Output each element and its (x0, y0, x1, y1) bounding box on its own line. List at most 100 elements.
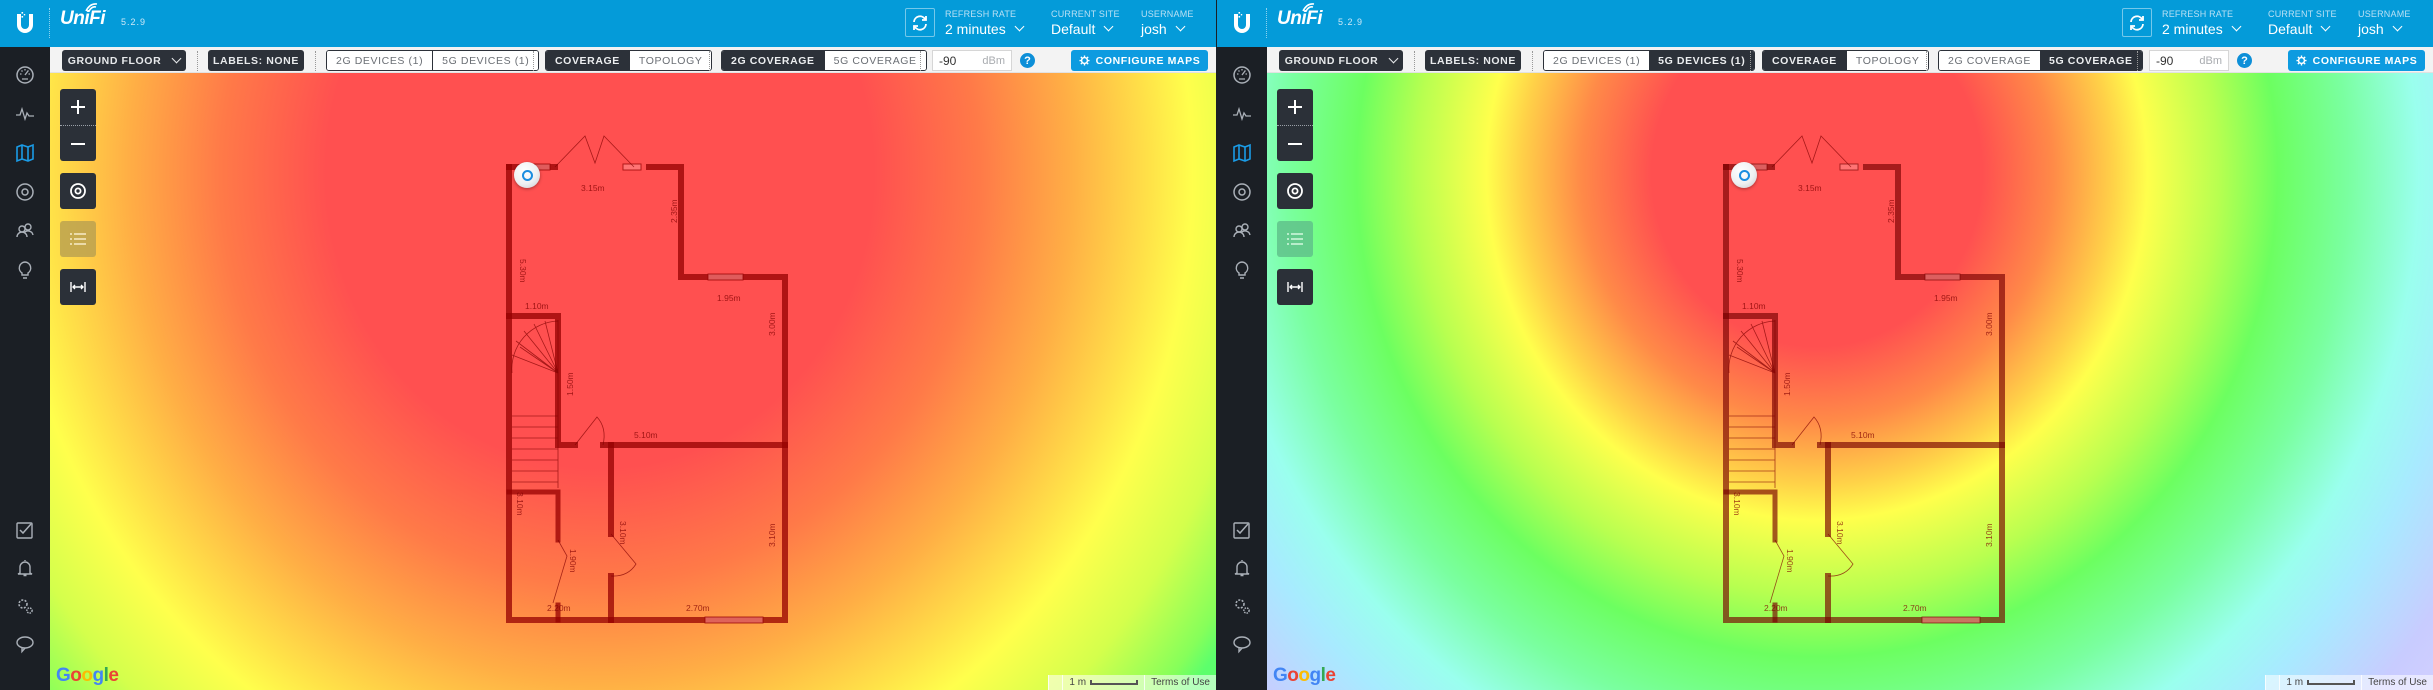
target-icon (70, 183, 86, 199)
sidebar-item-alerts[interactable] (1230, 556, 1254, 580)
labels-button[interactable]: LABELS: NONE (1425, 50, 1521, 71)
sidebar-item-settings[interactable] (13, 594, 37, 618)
toolbar-divider (197, 51, 198, 71)
dbm-threshold-input[interactable] (2156, 53, 2196, 68)
sidebar-item-events[interactable] (1230, 518, 1254, 542)
sidebar-item-dashboard[interactable] (13, 63, 37, 87)
coverage-5g-toggle[interactable]: 5G COVERAGE (2040, 51, 2142, 70)
sidebar-item-events[interactable] (13, 518, 37, 542)
sidebar-item-settings[interactable] (1230, 594, 1254, 618)
devices-5g-toggle[interactable]: 5G DEVICES (1) (432, 51, 539, 70)
access-point-marker[interactable] (1731, 162, 1757, 188)
dbm-unit-label: dBm (2199, 54, 2222, 67)
refresh-button[interactable] (905, 8, 935, 37)
configure-maps-button[interactable]: CONFIGURE MAPS (1071, 50, 1208, 71)
sidebar-item-support[interactable] (1230, 632, 1254, 656)
sidebar-item-devices[interactable] (1230, 180, 1254, 204)
center-on-device-button[interactable] (1277, 173, 1313, 209)
floor-select-label: GROUND FLOOR (1284, 54, 1379, 67)
refresh-button[interactable] (2122, 8, 2152, 37)
toolbar-divider (533, 51, 534, 71)
username-select[interactable]: USERNAME josh (1141, 9, 1194, 39)
top-header: UniFi 5.2.9 REFRESH RATE 2 minutes CURRE… (1217, 0, 2433, 47)
checkbox-icon (1233, 522, 1250, 539)
sidebar-item-map[interactable] (13, 141, 37, 165)
sidebar-item-support[interactable] (13, 632, 37, 656)
username-value: josh (1141, 21, 1167, 37)
legend-list-button[interactable] (60, 221, 96, 257)
username-select[interactable]: USERNAME josh (2358, 9, 2411, 39)
view-toggle: COVERAGE TOPOLOGY (1762, 50, 1930, 71)
sidebar-item-clients[interactable] (13, 219, 37, 243)
sidebar-item-devices[interactable] (13, 180, 37, 204)
chevron-down-icon (2392, 21, 2403, 32)
terms-of-use-link[interactable]: Terms of Use (2361, 675, 2433, 690)
devices-2g-toggle[interactable]: 2G DEVICES (1) (327, 51, 433, 70)
toolbar-divider (1414, 51, 1415, 71)
floor-select[interactable]: GROUND FLOOR (1279, 50, 1403, 71)
devices-2g-toggle[interactable]: 2G DEVICES (1) (1544, 51, 1650, 70)
dimension-label: 3.10m (1835, 521, 1845, 545)
scale-indicator[interactable]: 1 m (1062, 675, 1144, 690)
ubiquiti-logo-icon (17, 12, 33, 33)
sidebar-item-statistics[interactable] (13, 102, 37, 126)
door-swing (554, 135, 635, 168)
refresh-rate-select[interactable]: REFRESH RATE 2 minutes (945, 9, 1025, 39)
coverage-view-tab[interactable]: COVERAGE (546, 51, 629, 70)
center-on-device-button[interactable] (60, 173, 96, 209)
chevron-down-icon (171, 53, 182, 63)
measure-button[interactable] (1277, 269, 1313, 305)
sidebar-item-map[interactable] (1230, 141, 1254, 165)
measure-icon (1287, 282, 1303, 292)
coverage-2g-toggle[interactable]: 2G COVERAGE (1939, 51, 2041, 70)
sidebar-item-insights[interactable] (13, 258, 37, 282)
coverage-2g-toggle[interactable]: 2G COVERAGE (722, 51, 824, 70)
access-point-marker[interactable] (514, 162, 540, 188)
sidebar-item-clients[interactable] (1230, 219, 1254, 243)
legend-list-button[interactable] (1277, 221, 1313, 257)
coverage-map[interactable]: 3.15m 2.35m 1.95m 5.30m 1.10m 3.00m 1.50… (1267, 73, 2433, 690)
chevron-down-icon (1388, 53, 1399, 63)
chevron-down-icon (1175, 21, 1186, 32)
zoom-out-button[interactable] (1277, 125, 1313, 161)
zoom-in-button[interactable] (60, 89, 96, 125)
sidebar-item-insights[interactable] (1230, 258, 1254, 282)
refresh-rate-select[interactable]: REFRESH RATE 2 minutes (2162, 9, 2242, 39)
topology-view-tab[interactable]: TOPOLOGY (1845, 51, 1929, 70)
dbm-threshold-field[interactable]: dBm (932, 50, 1012, 71)
sidebar-item-dashboard[interactable] (1230, 63, 1254, 87)
coverage-map[interactable]: 3.15m 2.35m 1.95m 5.30m 1.10m 3.00m 1.50… (50, 73, 1216, 690)
current-site-select[interactable]: CURRENT SITE Default (2268, 9, 2337, 39)
map-toolbar: GROUND FLOOR LABELS: NONE 2G DEVICES (1)… (50, 47, 1216, 73)
unifi-window-5g: UniFi 5.2.9 REFRESH RATE 2 minutes CURRE… (1217, 0, 2433, 690)
dimension-label: 2.20m (547, 603, 571, 613)
floor-select-label: GROUND FLOOR (67, 54, 162, 67)
sidebar-item-statistics[interactable] (1230, 102, 1254, 126)
dbm-threshold-field[interactable]: dBm (2149, 50, 2229, 71)
zoom-in-button[interactable] (1277, 89, 1313, 125)
scale-indicator[interactable]: 1 m (2279, 675, 2361, 690)
devices-5g-toggle[interactable]: 5G DEVICES (1) (1649, 51, 1755, 70)
configure-maps-button[interactable]: CONFIGURE MAPS (2288, 50, 2425, 71)
help-button[interactable]: ? (1020, 53, 1035, 68)
map-icon (16, 143, 34, 163)
staircase (1728, 320, 1776, 374)
coverage-view-tab[interactable]: COVERAGE (1763, 51, 1846, 70)
labels-button[interactable]: LABELS: NONE (208, 50, 304, 71)
floor-select[interactable]: GROUND FLOOR (62, 50, 186, 71)
toolbar-divider (1532, 51, 1533, 71)
terms-of-use-link[interactable]: Terms of Use (1144, 675, 1216, 690)
topology-view-tab[interactable]: TOPOLOGY (628, 51, 712, 70)
map-scale-bar: 1 m Terms of Use (2265, 675, 2433, 690)
zoom-out-button[interactable] (60, 125, 96, 161)
current-site-select[interactable]: CURRENT SITE Default (1051, 9, 1120, 39)
sidebar-item-alerts[interactable] (13, 556, 37, 580)
help-button[interactable]: ? (2237, 53, 2252, 68)
chevron-down-icon (1014, 21, 1025, 32)
measure-button[interactable] (60, 269, 96, 305)
coverage-5g-toggle[interactable]: 5G COVERAGE (823, 51, 926, 70)
dimension-label: 1.50m (565, 372, 575, 396)
bell-icon (1234, 560, 1250, 577)
dbm-threshold-input[interactable] (939, 53, 979, 68)
toolbar-divider (1750, 51, 1751, 71)
